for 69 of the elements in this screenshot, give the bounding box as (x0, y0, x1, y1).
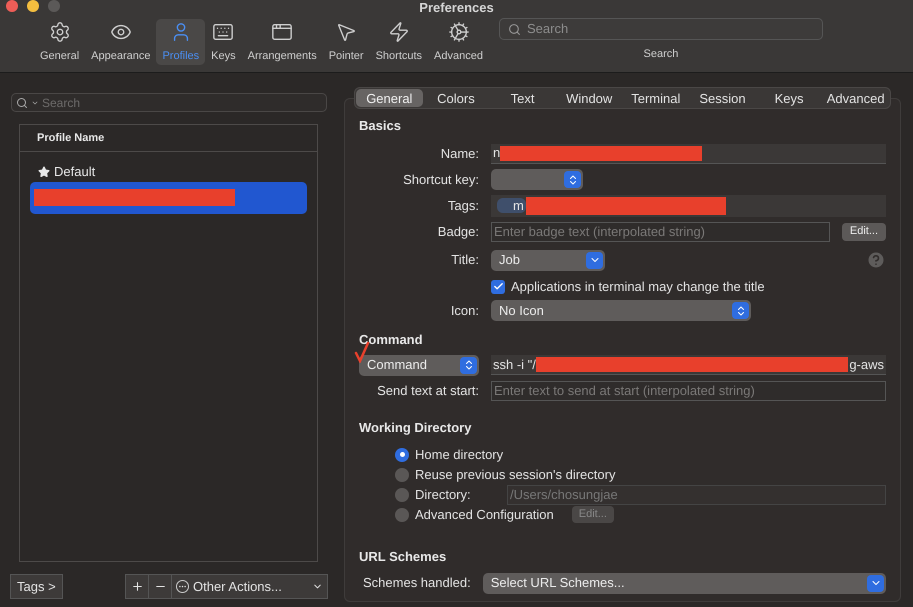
tab[interactable]: General (356, 89, 423, 107)
gear-icon (48, 21, 71, 43)
radio-label: Home directory (415, 446, 504, 464)
tab[interactable]: Session (689, 89, 756, 107)
section-heading: Working Directory (359, 419, 472, 437)
radio-button[interactable] (395, 508, 409, 522)
checkbox-label: Applications in terminal may change the title (511, 278, 765, 296)
tab[interactable]: Terminal (622, 89, 690, 107)
zoom-button[interactable] (48, 0, 60, 12)
field-label: Shortcut key: (402, 170, 479, 189)
tab[interactable]: Colors (422, 89, 490, 107)
keyboard-icon (212, 21, 234, 43)
tab[interactable]: Text (489, 89, 556, 107)
minimize-button[interactable] (27, 0, 39, 12)
name-field[interactable]: n (491, 144, 886, 164)
radio-label: Directory: (415, 486, 472, 504)
toolbar-tab[interactable]: Pointer (322, 19, 370, 65)
radio-label: Reuse previous session's directory (415, 466, 616, 484)
plus-icon (130, 580, 144, 593)
search-label: Search (644, 47, 678, 62)
column-header: Profile Name (37, 130, 104, 146)
popup-button[interactable]: Select URL Schemes... (482, 572, 886, 594)
close-button[interactable] (6, 0, 18, 12)
tags-field[interactable]: m (491, 194, 886, 216)
popup-button[interactable]: Job (491, 250, 605, 270)
windows-icon (271, 21, 294, 43)
radio-button[interactable] (395, 468, 409, 482)
section-heading: URL Schemes (359, 548, 448, 566)
radio-button[interactable] (395, 448, 409, 462)
help-icon[interactable] (866, 250, 886, 270)
tab[interactable]: Advanced (822, 89, 889, 107)
popup-button[interactable]: No Icon (491, 300, 751, 321)
radio-button[interactable] (395, 488, 409, 502)
section-heading: Basics (359, 117, 402, 135)
tab[interactable]: Window (556, 89, 622, 107)
edit-button[interactable]: Edit... (842, 222, 886, 240)
popup-button[interactable]: Command (359, 354, 479, 376)
toolbar-tab[interactable]: General (34, 19, 86, 65)
star-icon (38, 166, 50, 178)
lightning-icon (388, 21, 410, 43)
search-icon (16, 96, 28, 108)
field-label: Title: (450, 251, 479, 270)
toolbar-tab[interactable]: Shortcuts (370, 19, 428, 65)
field-label: Tags: (446, 196, 479, 215)
gears-icon (448, 21, 470, 43)
tags-button[interactable]: Tags > (10, 574, 63, 599)
popup-button[interactable] (491, 169, 583, 190)
field-label: Send text at start: (376, 382, 479, 400)
pointer-icon (335, 21, 358, 43)
toolbar-tab[interactable]: Appearance (85, 19, 156, 65)
field-label: Name: (440, 144, 479, 163)
checkbox[interactable] (491, 280, 505, 294)
window-title: Preferences (419, 0, 494, 17)
field-label: Badge: (436, 222, 479, 241)
toolbar-tab[interactable]: Keys (205, 19, 242, 65)
field-label: Schemes handled: (363, 574, 471, 592)
command-field[interactable]: ssh -i "/ g-aws (491, 355, 886, 375)
toolbar-tab[interactable]: Arrangements (242, 19, 323, 65)
check-icon (492, 281, 504, 292)
ellipsis-icon (176, 580, 189, 593)
tag-chip: m (497, 198, 526, 213)
profile-row[interactable] (30, 182, 307, 214)
section-heading: Command (359, 330, 424, 348)
radio-label: Advanced Configuration (415, 506, 554, 524)
tab[interactable]: Keys (756, 89, 822, 107)
field-label: Icon: (450, 302, 479, 320)
profile-row[interactable]: Default (30, 162, 307, 182)
search-icon (508, 22, 521, 36)
toolbar-tab[interactable]: Advanced (428, 19, 489, 65)
